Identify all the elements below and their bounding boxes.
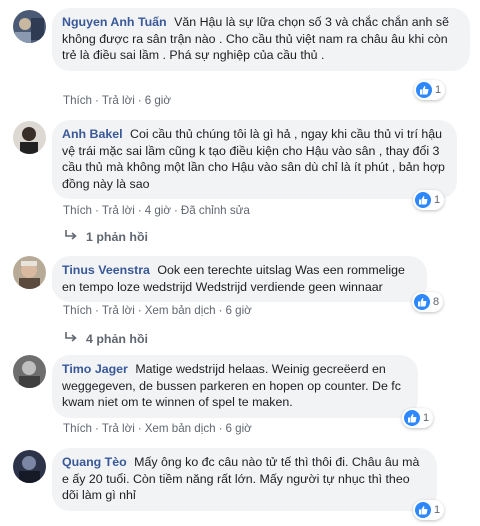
reaction-counter[interactable]: 1 [414,80,446,100]
view-replies-link[interactable]: 1 phản hồi [64,229,148,244]
comment-actions: Thích · Trả lời · Xem bản dịch · 6 giờ [63,304,252,317]
reaction-counter[interactable]: 1 [402,408,434,428]
comment-bubble: Quang Tèo Mấy ông ko đc câu nào tử tế th… [52,448,437,511]
reaction-count: 1 [434,504,441,516]
avatar[interactable] [13,121,46,154]
comment-time[interactable]: 6 giờ [225,422,251,435]
reply-button[interactable]: Trả lời [102,304,135,317]
comment-bubble: Timo Jager Matige wedstrijd helaas. Wein… [52,355,418,418]
comment-author[interactable]: Nguyen Anh Tuấn [62,15,167,29]
edited-label[interactable]: Đã chỉnh sửa [181,204,250,217]
reaction-count: 1 [434,194,441,206]
reply-button[interactable]: Trả lời [102,94,135,107]
like-button[interactable]: Thích [63,94,92,107]
comment-actions: Thích · Trả lời · Xem bản dịch · 6 giờ [63,422,252,435]
avatar[interactable] [13,10,46,43]
reply-arrow-icon [64,229,78,244]
comment-time[interactable]: 4 giờ [145,204,171,217]
comment-author[interactable]: Quang Tèo [62,455,127,469]
like-button[interactable]: Thích [63,422,92,435]
reply-button[interactable]: Trả lời [102,204,135,217]
reaction-count: 8 [433,296,440,308]
comment-time[interactable]: 6 giờ [225,304,251,317]
comment-author[interactable]: Timo Jager [62,362,128,376]
reaction-count: 1 [435,84,442,96]
replies-count[interactable]: 1 phản hồi [86,230,148,244]
comment-time[interactable]: 6 giờ [145,94,171,107]
like-button[interactable]: Thích [63,304,92,317]
view-replies-link[interactable]: 4 phản hồi [64,331,148,346]
avatar[interactable] [13,256,46,289]
reply-arrow-icon [64,331,78,346]
reaction-counter[interactable]: 8 [412,292,444,312]
like-reaction-icon [416,82,432,98]
comment-bubble: Tinus Veenstra Ook een terechte uitslag … [52,256,427,302]
comment-author[interactable]: Tinus Veenstra [62,263,150,277]
like-reaction-icon [415,192,431,208]
reaction-counter[interactable]: 1 [413,190,445,210]
reply-button[interactable]: Trả lời [102,422,135,435]
translate-link[interactable]: Xem bản dịch [145,304,216,317]
reaction-count: 1 [423,412,430,424]
like-button[interactable]: Thích [63,204,92,217]
avatar[interactable] [13,355,46,388]
comment-bubble: Anh Bakel Coi cầu thủ chúng tôi là gì hả… [52,120,457,199]
comment-author[interactable]: Anh Bakel [62,127,123,141]
replies-count[interactable]: 4 phản hồi [86,332,148,346]
translate-link[interactable]: Xem bản dịch [145,422,216,435]
like-reaction-icon [404,410,420,426]
like-reaction-icon [414,294,430,310]
comment-bubble: Nguyen Anh Tuấn Văn Hậu là sự lữa chọn s… [52,8,470,71]
reaction-counter[interactable]: 1 [413,500,445,520]
comment-actions: Thích · Trả lời · 4 giờ · Đã chỉnh sửa [63,204,250,217]
avatar[interactable] [13,450,46,483]
comment-actions: Thích · Trả lời · 6 giờ [63,94,171,107]
like-reaction-icon [415,502,431,518]
